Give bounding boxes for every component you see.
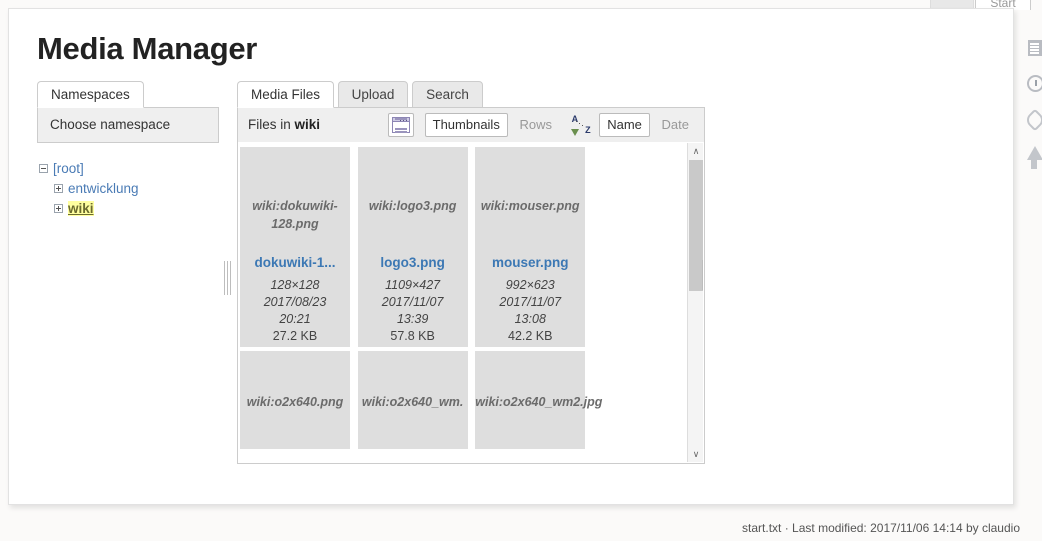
file-time: 13:08 — [514, 312, 546, 326]
files-panel: Media Files Upload Search Files in wiki — [237, 81, 705, 464]
file-tile[interactable]: wiki:o2x640_wm2.jpg — [475, 351, 603, 449]
view-thumbnails-button[interactable]: Thumbnails — [424, 113, 508, 137]
namespaces-tabs: Namespaces — [37, 81, 219, 108]
file-name-link[interactable]: mouser.png — [475, 255, 585, 270]
page-footer: start.txt · Last modified: 2017/11/06 14… — [742, 521, 1020, 535]
file-tile[interactable]: wiki:mouser.png mouser.png 992×623 2017/… — [475, 147, 586, 347]
file-time: 20:21 — [279, 312, 311, 326]
browser-tab-inactive[interactable] — [930, 0, 974, 8]
grip-line — [230, 261, 231, 295]
window-list-icon[interactable] — [388, 113, 414, 137]
files-in-label: Files in wiki — [248, 117, 320, 132]
files-in-namespace: wiki — [294, 117, 321, 132]
panel-resize-handle[interactable] — [223, 261, 233, 295]
tree-link-root[interactable]: [root] — [53, 161, 84, 176]
file-date: 2017/11/07 — [499, 295, 562, 309]
file-thumbnail-alt: wiki:logo3.png — [368, 199, 457, 213]
file-tile[interactable]: wiki:dokuwiki-128.png dokuwiki-1... 128×… — [240, 147, 350, 347]
clock-recent-changes-icon[interactable] — [1026, 72, 1042, 102]
files-list-body: wiki:dokuwiki-128.png dokuwiki-1... 128×… — [237, 142, 705, 464]
scroll-up-arrow-icon[interactable]: ∧ — [688, 143, 704, 159]
tab-namespaces[interactable]: Namespaces — [37, 81, 144, 108]
collapse-minus-icon[interactable] — [39, 163, 48, 173]
tab-upload[interactable]: Upload — [337, 81, 409, 108]
paperclip-backlinks-icon[interactable] — [1023, 108, 1042, 138]
sort-by-date-button[interactable]: Date — [654, 113, 697, 137]
media-manager-page: Start Media Manager Namespaces Choose na… — [0, 0, 1042, 541]
index-document-icon[interactable] — [1026, 36, 1042, 66]
file-thumbnail-alt: wiki:dokuwiki-128.png — [252, 199, 338, 231]
file-tile[interactable]: wiki:logo3.png logo3.png 1109×427 2017/1… — [357, 147, 468, 347]
files-tabs: Media Files Upload Search — [237, 81, 705, 108]
expand-plus-icon[interactable] — [54, 183, 63, 193]
files-header-bar: Files in wiki Thumbnails Rows A Z Name D… — [237, 107, 705, 143]
namespace-tree: [root] entwicklung wiki — [37, 159, 219, 219]
file-thumbnail-alt: wiki:o2x640_wm. — [361, 395, 464, 409]
tab-search[interactable]: Search — [412, 81, 483, 108]
file-dimensions: 128×128 — [270, 278, 320, 292]
tree-item-wiki[interactable]: wiki — [37, 199, 219, 219]
file-dimensions: 1109×427 — [385, 278, 441, 292]
tab-media-files[interactable]: Media Files — [237, 81, 335, 108]
grip-line — [227, 261, 228, 295]
view-rows-button[interactable]: Rows — [511, 113, 560, 137]
file-time: 13:39 — [396, 312, 429, 326]
sort-a-z-icon[interactable]: A Z — [570, 113, 592, 137]
files-in-prefix: Files in — [248, 117, 291, 132]
file-thumbnail-alt: wiki:o2x640.png — [246, 395, 344, 409]
content-box: Media Manager Namespaces Choose namespac… — [8, 8, 1014, 505]
choose-namespace-header: Choose namespace — [37, 107, 219, 143]
files-scrollbar[interactable]: ∧ ∨ — [687, 143, 703, 462]
files-toolbar: Thumbnails Rows A Z Name Date — [388, 113, 697, 139]
file-meta: 1109×427 2017/11/07 13:39 57.8 KB — [358, 277, 468, 345]
arrow-up-back-to-top-icon[interactable] — [1026, 144, 1042, 174]
tree-item-entwicklung[interactable]: entwicklung — [37, 179, 219, 199]
file-thumbnail-alt: wiki:o2x640_wm2.jpg — [475, 395, 603, 409]
file-dimensions: 992×623 — [505, 278, 555, 292]
scroll-down-arrow-icon[interactable]: ∨ — [688, 446, 704, 462]
sort-by-name-button[interactable]: Name — [599, 113, 650, 137]
file-thumbnail-alt: wiki:mouser.png — [480, 199, 580, 213]
file-date: 2017/11/07 — [381, 295, 444, 309]
file-meta: 992×623 2017/11/07 13:08 42.2 KB — [475, 277, 585, 345]
tree-link-wiki[interactable]: wiki — [68, 201, 94, 216]
file-name-link[interactable]: dokuwiki-1... — [240, 255, 350, 270]
tree-link-entwicklung[interactable]: entwicklung — [68, 181, 139, 196]
file-name-link[interactable]: logo3.png — [358, 255, 468, 270]
file-tile[interactable]: wiki:o2x640_wm. — [357, 351, 468, 449]
file-size: 57.8 KB — [390, 329, 435, 343]
grip-line — [224, 261, 225, 295]
files-resize-handle[interactable] — [701, 260, 704, 290]
expand-plus-icon[interactable] — [54, 203, 63, 213]
file-size: 42.2 KB — [508, 329, 553, 343]
file-meta: 128×128 2017/08/23 20:21 27.2 KB — [240, 277, 350, 345]
namespaces-panel: Namespaces Choose namespace [root] entwi… — [37, 81, 219, 219]
file-tiles-container: wiki:dokuwiki-128.png dokuwiki-1... 128×… — [238, 142, 682, 463]
file-size: 27.2 KB — [272, 329, 318, 343]
page-tools-rail — [1023, 36, 1042, 180]
tree-item-root[interactable]: [root] — [37, 159, 219, 179]
file-date: 2017/08/23 — [263, 295, 327, 309]
page-title: Media Manager — [37, 31, 258, 66]
file-tile[interactable]: wiki:o2x640.png — [240, 351, 350, 449]
grip-line — [702, 260, 703, 290]
sort-letter-bottom: Z — [585, 125, 591, 135]
